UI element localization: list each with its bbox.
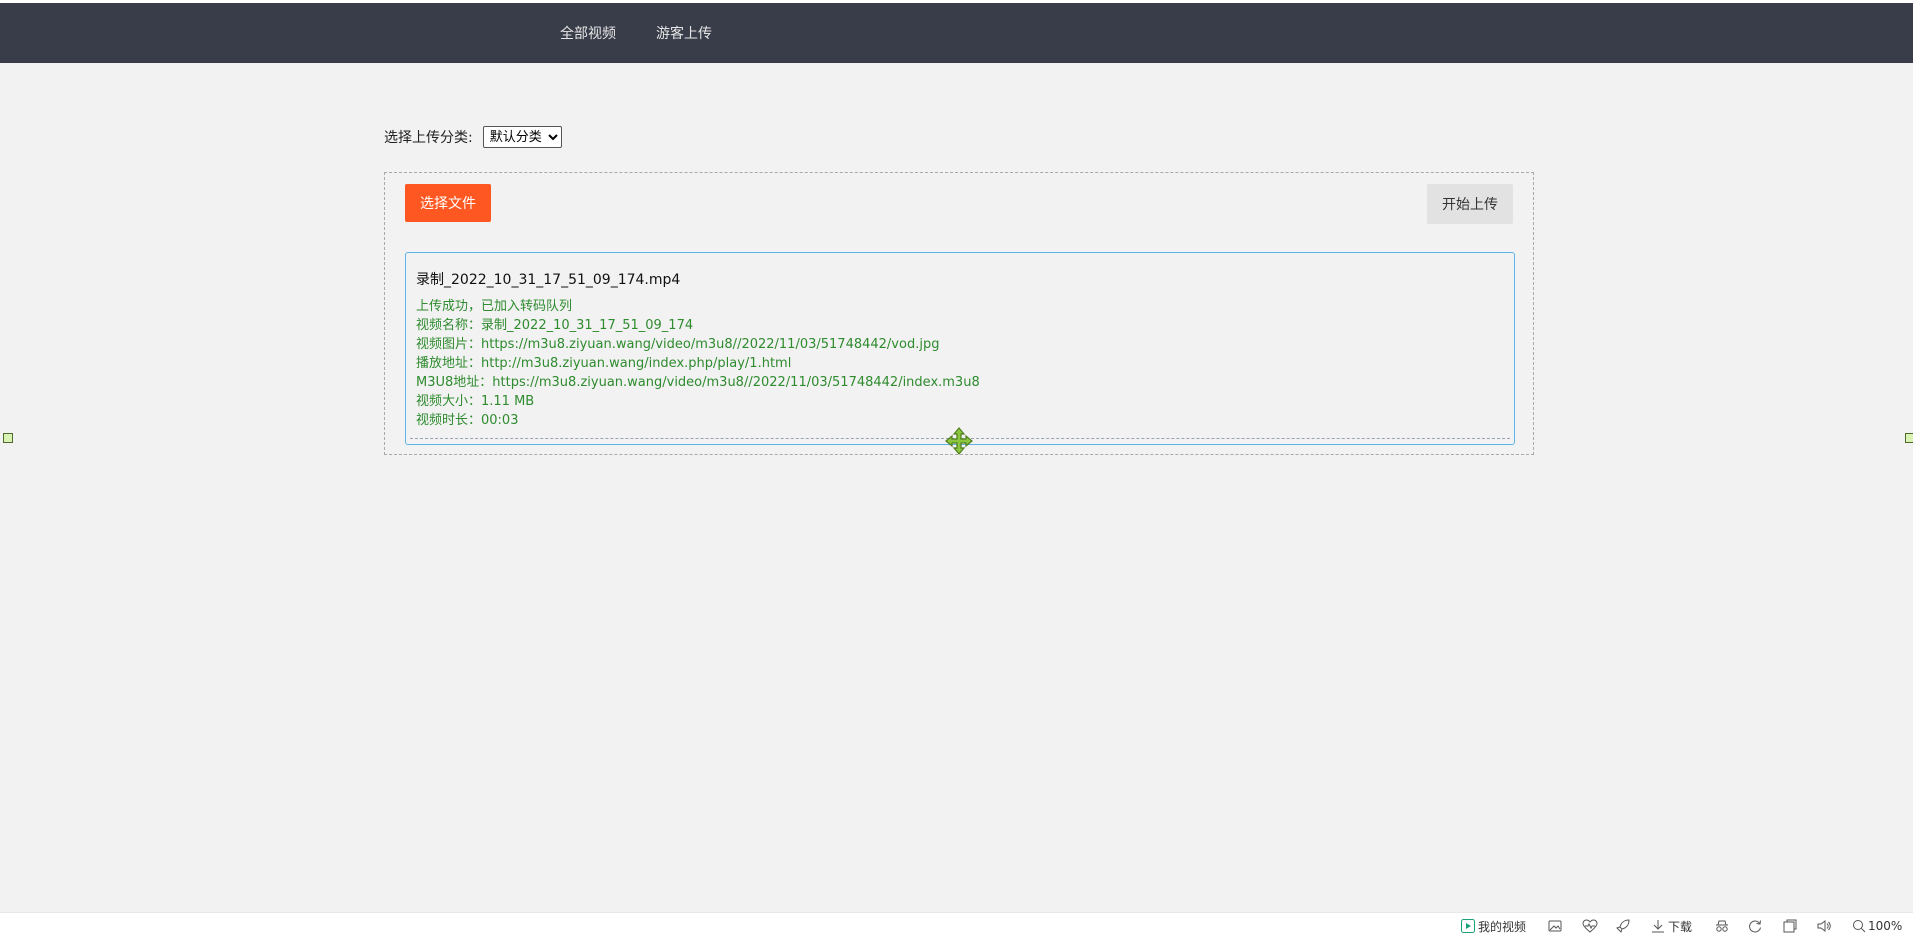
play-url-line: 播放地址：http://m3u8.ziyuan.wang/index.php/p… bbox=[416, 356, 792, 371]
video-name-line: 视频名称：录制_2022_10_31_17_51_09_174 bbox=[416, 318, 694, 333]
speaker-icon[interactable] bbox=[1817, 918, 1831, 934]
top-navbar: 全部视频 游客上传 bbox=[0, 3, 1913, 63]
category-row: 选择上传分类: 默认分类 bbox=[384, 126, 562, 148]
upload-status-text: 上传成功，已加入转码队列 bbox=[416, 299, 573, 314]
play-icon bbox=[1461, 919, 1475, 933]
zoom-level: 100% bbox=[1868, 919, 1903, 933]
refresh-icon[interactable] bbox=[1748, 918, 1762, 934]
video-duration-line: 视频时长：00:03 bbox=[416, 413, 519, 428]
upload-area: 选择文件 开始上传 录制_2022_10_31_17_51_09_174.mp4… bbox=[384, 172, 1534, 455]
rocket-icon[interactable] bbox=[1616, 918, 1630, 934]
upload-result-info: 上传成功，已加入转码队列 视频名称：录制_2022_10_31_17_51_09… bbox=[416, 297, 980, 430]
my-videos-label: 我的视频 bbox=[1478, 919, 1527, 934]
m3u8-url-line: M3U8地址：https://m3u8.ziyuan.wang/video/m3… bbox=[416, 375, 980, 390]
window-icon[interactable] bbox=[1783, 918, 1797, 934]
download-label: 下载 bbox=[1668, 919, 1693, 934]
nav-all-videos[interactable]: 全部视频 bbox=[560, 24, 616, 44]
uploaded-file-card: 录制_2022_10_31_17_51_09_174.mp4 上传成功，已加入转… bbox=[405, 252, 1515, 445]
choose-file-button[interactable]: 选择文件 bbox=[405, 184, 491, 222]
start-upload-button[interactable]: 开始上传 bbox=[1427, 184, 1513, 224]
left-resize-handle[interactable] bbox=[3, 433, 13, 443]
category-select[interactable]: 默认分类 bbox=[482, 126, 562, 148]
zoom-control[interactable]: 100% bbox=[1852, 918, 1902, 934]
move-cursor-icon[interactable] bbox=[944, 426, 974, 456]
category-label: 选择上传分类: bbox=[384, 130, 473, 146]
browser-status-bar: 我的视频 下载 100% bbox=[0, 912, 1913, 937]
image-icon[interactable] bbox=[1548, 918, 1562, 934]
file-name: 录制_2022_10_31_17_51_09_174.mp4 bbox=[416, 272, 681, 288]
my-videos-button[interactable]: 我的视频 bbox=[1461, 918, 1526, 934]
zoom-icon bbox=[1852, 919, 1866, 933]
incognito-icon[interactable] bbox=[1714, 918, 1730, 934]
download-icon bbox=[1651, 919, 1665, 933]
video-image-line: 视频图片：https://m3u8.ziyuan.wang/video/m3u8… bbox=[416, 337, 940, 352]
nav-guest-upload[interactable]: 游客上传 bbox=[656, 24, 712, 44]
download-button[interactable]: 下载 bbox=[1651, 918, 1692, 934]
heart-pulse-icon[interactable] bbox=[1582, 918, 1598, 934]
video-size-line: 视频大小：1.11 MB bbox=[416, 394, 535, 409]
right-resize-handle[interactable] bbox=[1905, 433, 1913, 443]
